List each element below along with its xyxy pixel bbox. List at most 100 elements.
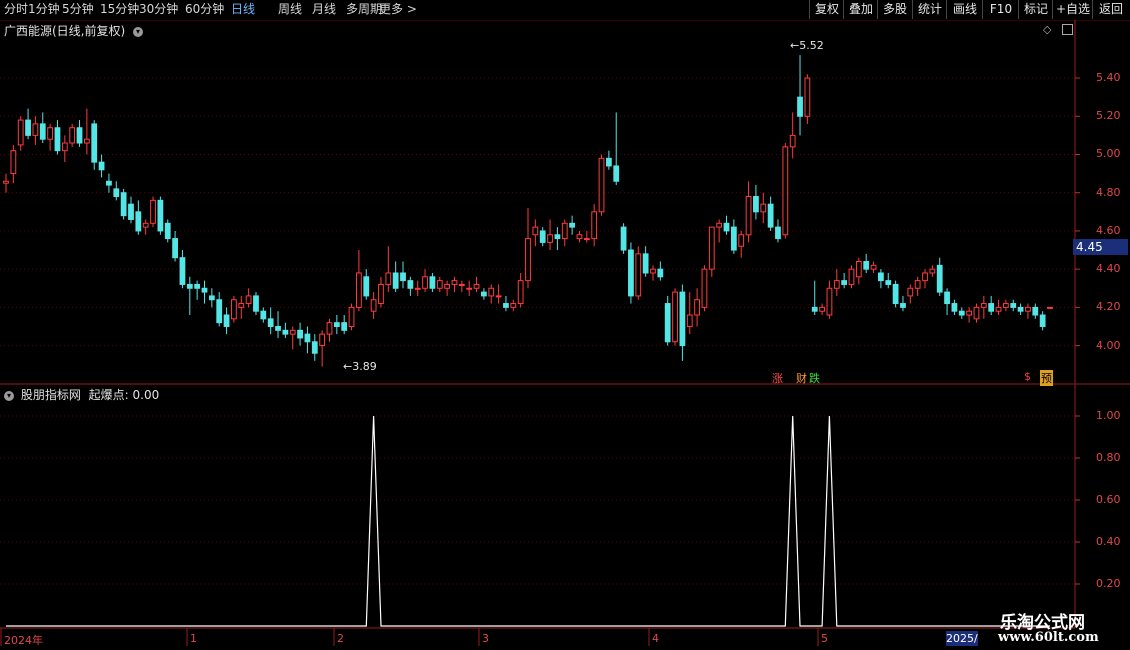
candle xyxy=(223,307,230,335)
candle xyxy=(451,276,458,293)
tool-button-8[interactable]: 返回 xyxy=(1092,0,1129,19)
price-axis-label: 5.00 xyxy=(1096,147,1121,161)
candle xyxy=(422,269,428,293)
candle xyxy=(135,200,142,235)
tool-button-7[interactable]: +自选 xyxy=(1052,0,1093,19)
period-tab-9[interactable]: 多周期 xyxy=(346,0,382,19)
candle xyxy=(936,257,943,296)
candle xyxy=(1010,299,1017,312)
candle xyxy=(892,280,899,308)
candle xyxy=(32,116,39,145)
tool-button-1[interactable]: 叠加 xyxy=(843,0,878,19)
candle xyxy=(753,185,759,220)
period-tab-7[interactable]: 周线 xyxy=(278,0,302,19)
chevron-down-icon[interactable]: ▾ xyxy=(4,390,14,401)
price-axis-label: 5.40 xyxy=(1096,71,1121,85)
date-axis-label: 4 xyxy=(652,632,659,645)
indicator-line xyxy=(6,415,1050,627)
candle xyxy=(245,288,252,308)
period-tab-1[interactable]: 1分钟 xyxy=(28,0,60,19)
low-annotation: ←3.89 xyxy=(343,360,377,373)
candle xyxy=(83,108,90,155)
candle xyxy=(326,318,333,342)
candle xyxy=(436,276,443,293)
candle xyxy=(267,307,274,335)
candle xyxy=(966,307,973,323)
candle xyxy=(708,226,715,277)
candle xyxy=(142,219,149,235)
candle xyxy=(650,265,656,281)
candle xyxy=(539,227,546,247)
badge-die[interactable]: 跌 xyxy=(809,370,820,386)
candle xyxy=(370,292,377,319)
tool-button-4[interactable]: 画线 xyxy=(946,0,983,19)
tool-button-2[interactable]: 多股 xyxy=(877,0,912,19)
candle xyxy=(208,288,215,308)
tool-button-6[interactable]: 标记 xyxy=(1018,0,1053,19)
period-tab-3[interactable]: 15分钟 xyxy=(100,0,139,19)
tool-button-5[interactable]: F10 xyxy=(982,0,1019,19)
indicator-axis-label: 0.40 xyxy=(1096,535,1121,548)
qibaodian-line xyxy=(6,415,1050,627)
period-tab-6[interactable]: 日线 xyxy=(231,0,255,19)
candle xyxy=(804,74,811,124)
axes xyxy=(0,20,1130,646)
badge-dollar[interactable]: $ xyxy=(1024,370,1031,383)
candle xyxy=(686,292,693,335)
candle xyxy=(679,284,686,361)
chevron-down-icon[interactable]: ▾ xyxy=(133,26,144,37)
candle xyxy=(730,219,737,254)
candle xyxy=(444,280,451,296)
kline-chart[interactable] xyxy=(0,0,1130,650)
candle xyxy=(282,322,289,338)
candle xyxy=(69,123,76,147)
candle xyxy=(878,269,884,289)
price-axis-label: 5.20 xyxy=(1096,109,1121,123)
indicator-title-line: ▾ 股朋指标网 起爆点: 0.00 xyxy=(4,386,159,403)
candle xyxy=(1002,299,1009,312)
candle xyxy=(466,280,473,296)
period-tab-0[interactable]: 分时 xyxy=(4,0,28,19)
candle xyxy=(216,292,223,327)
candle xyxy=(870,261,877,273)
tool-button-3[interactable]: 统计 xyxy=(912,0,947,19)
candle xyxy=(922,269,928,289)
period-tab-5[interactable]: 60分钟 xyxy=(185,0,224,19)
candle xyxy=(532,219,539,247)
badge-cai[interactable]: 财 xyxy=(796,370,807,386)
candle xyxy=(944,288,950,316)
candle xyxy=(826,280,833,319)
price-axis-label: 4.60 xyxy=(1096,223,1121,237)
period-tab-2[interactable]: 5分钟 xyxy=(62,0,94,19)
candle xyxy=(745,181,752,243)
candle xyxy=(561,219,568,247)
candle xyxy=(10,144,17,184)
tool-button-0[interactable]: 复权 xyxy=(809,0,844,19)
candle xyxy=(480,288,487,300)
candle xyxy=(554,227,561,251)
badge-yu[interactable]: 预 xyxy=(1040,370,1053,386)
candle xyxy=(598,154,605,216)
candle xyxy=(583,230,590,243)
panel-toggle-icon[interactable] xyxy=(1062,24,1073,35)
badge-zhang[interactable]: 涨 xyxy=(772,370,783,386)
candle xyxy=(1017,303,1024,316)
candle xyxy=(297,322,303,346)
period-tab-4[interactable]: 30分钟 xyxy=(139,0,178,19)
candle xyxy=(929,265,936,277)
candle xyxy=(716,219,723,243)
candle xyxy=(657,261,664,281)
diamond-icon[interactable]: ◇ xyxy=(1043,23,1051,36)
period-tab-8[interactable]: 月线 xyxy=(312,0,336,19)
candle xyxy=(253,292,259,316)
date-axis-label: 3 xyxy=(482,632,489,645)
candle xyxy=(569,215,576,235)
candle xyxy=(900,295,906,312)
candle xyxy=(495,284,502,304)
candle xyxy=(458,280,465,293)
candle xyxy=(25,108,31,140)
candle xyxy=(811,280,818,316)
candle xyxy=(17,116,24,151)
candle xyxy=(1032,303,1039,319)
period-tab-10[interactable]: 更多 > xyxy=(379,0,417,19)
